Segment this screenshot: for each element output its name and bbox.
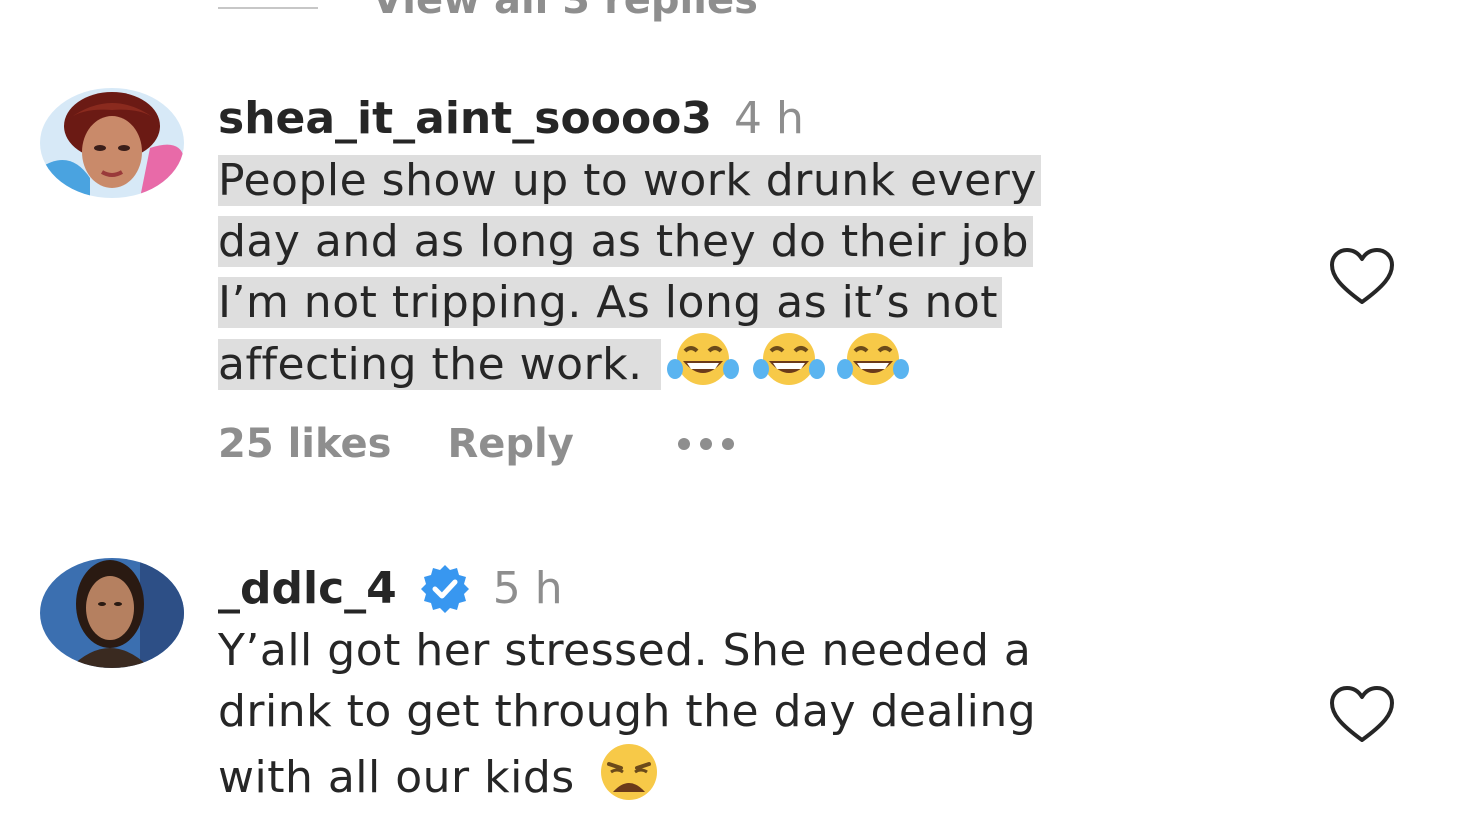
avatar[interactable] — [40, 88, 184, 198]
comment-body: shea_it_aint_soooo3 4 h People show up t… — [218, 88, 1298, 469]
timestamp: 5 h — [492, 563, 563, 614]
comment-line: with all our kids — [218, 752, 590, 803]
comment-header: _ddlc_4 5 h — [218, 558, 1298, 620]
timestamp: 4 h — [734, 93, 804, 144]
avatar[interactable] — [40, 558, 184, 668]
view-replies-link[interactable]: View all 3 replies — [372, 0, 758, 23]
comment-text: Y’all got her stressed. She needed a dri… — [218, 620, 1298, 808]
weary-face-emoji-icon — [589, 742, 669, 802]
comment-text: People show up to work drunk every day a… — [218, 150, 1298, 395]
comment-line: drink to get through the day dealing — [218, 686, 1037, 737]
replies-divider-line — [218, 7, 318, 9]
comment-actions: 25 likes Reply — [218, 419, 1298, 469]
heart-outline-icon[interactable] — [1326, 246, 1398, 308]
avatar-image — [40, 558, 184, 668]
username[interactable]: _ddlc_4 — [218, 558, 397, 620]
comment-header: shea_it_aint_soooo3 4 h — [218, 88, 1298, 150]
likes-count[interactable]: 25 likes — [218, 421, 391, 467]
comment-line: People show up to work drunk every — [218, 155, 1041, 206]
comment-body: _ddlc_4 5 h Y’all got her stressed. She … — [218, 558, 1298, 808]
view-replies-row[interactable]: View all 3 replies — [218, 0, 758, 23]
more-options-icon[interactable] — [677, 438, 734, 450]
comments-page: View all 3 replies shea_it_aint_soooo3 4… — [0, 0, 1460, 821]
heart-outline-icon[interactable] — [1326, 684, 1398, 746]
laughing-crying-emoji-icon — [661, 333, 917, 389]
comment-line: day and as long as they do their job — [218, 216, 1034, 267]
avatar-image — [40, 88, 184, 198]
comment-line: affecting the work. — [218, 339, 662, 390]
username[interactable]: shea_it_aint_soooo3 — [218, 88, 712, 150]
comment-line: I’m not tripping. As long as it’s not — [218, 277, 1003, 328]
reply-button[interactable]: Reply — [447, 421, 573, 467]
comment-line: Y’all got her stressed. She needed a — [218, 625, 1032, 676]
verified-badge-icon — [419, 563, 471, 615]
